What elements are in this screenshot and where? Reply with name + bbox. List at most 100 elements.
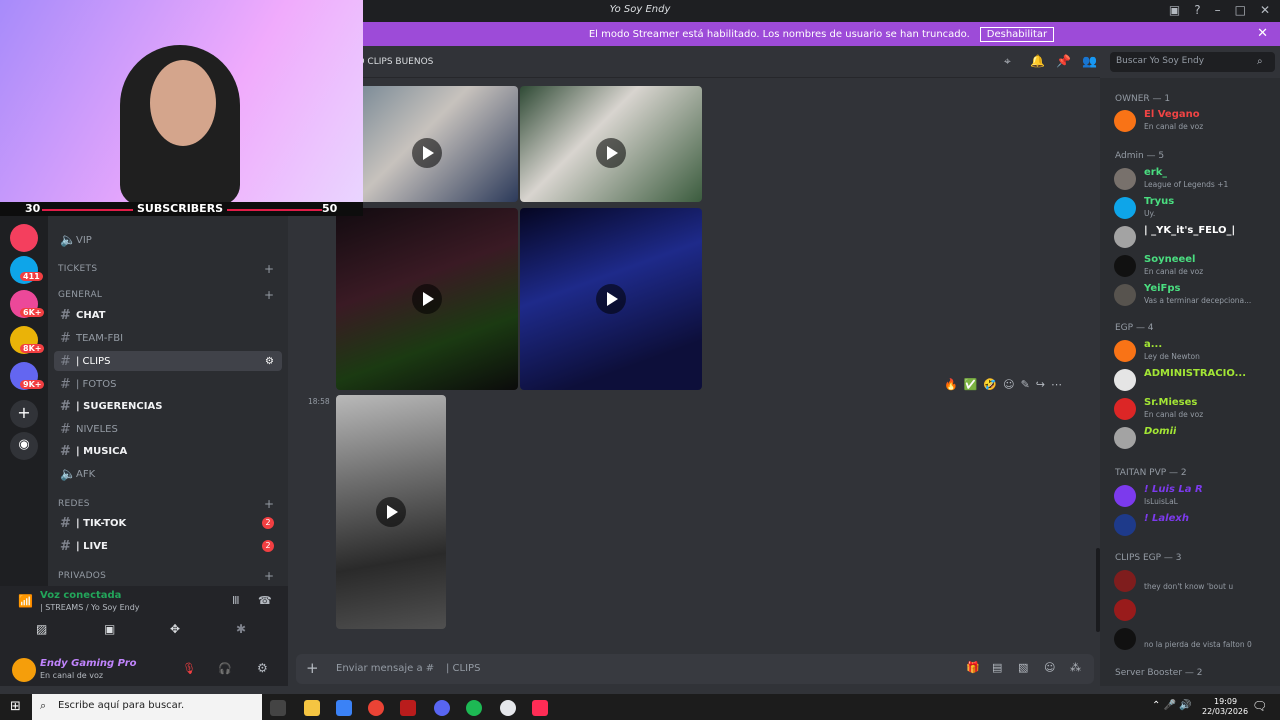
members-icon[interactable]: 👥 [1082, 54, 1097, 68]
category-redes[interactable]: REDES [58, 499, 90, 509]
channel-niveles[interactable]: # NIVELES [54, 419, 282, 439]
check-reaction-icon[interactable]: ✅ [964, 378, 978, 391]
category-general[interactable]: GENERAL [58, 290, 102, 300]
laugh-reaction-icon[interactable]: 🤣 [983, 378, 997, 391]
disconnect-icon[interactable]: ☎ [258, 594, 272, 607]
noise-suppression-icon[interactable]: Ⅲ [232, 594, 240, 607]
search-input[interactable]: Buscar Yo Soy Endy [1110, 52, 1275, 72]
server-icon[interactable] [10, 224, 38, 252]
forward-icon[interactable]: ↪ [1036, 378, 1045, 391]
spotify-icon[interactable] [466, 700, 482, 716]
play-icon[interactable] [412, 138, 442, 168]
discover-icon[interactable]: ◉ [10, 432, 38, 460]
play-icon[interactable] [412, 284, 442, 314]
add-channel-icon[interactable]: + [264, 569, 274, 583]
tiktok-icon[interactable] [532, 700, 548, 716]
channel-fotos[interactable]: # | FOTOS [54, 374, 282, 394]
member-item[interactable]: Tryus Uy. [1112, 195, 1274, 221]
help-icon[interactable]: ? [1194, 3, 1200, 17]
voice-channel[interactable]: | STREAMS / Yo Soy Endy [40, 603, 140, 612]
channel-tiktok[interactable]: # | TIK-TOK [54, 513, 282, 533]
member-item[interactable]: Sr.Mieses En canal de voz [1112, 396, 1274, 422]
activities-icon[interactable]: ✥ [170, 622, 180, 636]
channel-sugerencias[interactable]: # | SUGERENCIAS [54, 396, 282, 416]
camera-off-icon[interactable]: ▨ [36, 622, 47, 636]
play-icon[interactable] [376, 497, 406, 527]
minimize-button[interactable]: – [1215, 3, 1221, 17]
member-item[interactable]: ADMINISTRACIÓ... [1112, 367, 1274, 393]
close-window-button[interactable]: ✕ [1260, 3, 1270, 17]
edit-icon[interactable]: ✎ [1021, 378, 1030, 391]
bell-icon[interactable]: 🔔 [1030, 54, 1045, 68]
play-icon[interactable] [596, 138, 626, 168]
more-icon[interactable]: ⋯ [1051, 378, 1062, 391]
windows-start-icon[interactable]: ⊞ [10, 699, 21, 714]
channel-clips[interactable]: # | CLIPS ⚙ [54, 351, 282, 371]
file-explorer-icon[interactable] [304, 700, 320, 716]
channel-chat[interactable]: # CHAT [54, 305, 282, 325]
category-tickets[interactable]: TICKETS [58, 264, 97, 274]
message-area[interactable]: 18:58 🔥 ✅ 🤣 ☺ ✎ ↪ ⋯ [288, 78, 1100, 634]
add-server-icon[interactable]: + [10, 400, 38, 428]
member-item[interactable]: ! Luis La R IsLuisLaL [1112, 483, 1274, 509]
task-view-icon[interactable] [270, 700, 286, 716]
member-item[interactable]: YeiFps Vas a terminar decepciona... [1112, 282, 1274, 308]
member-item[interactable]: Soyneeel En canal de voz [1112, 253, 1274, 279]
tray-icons[interactable]: ⌃ 🎤 🔊 [1152, 700, 1192, 711]
add-channel-icon[interactable]: + [264, 497, 274, 511]
add-channel-icon[interactable]: + [264, 288, 274, 302]
notifications-icon[interactable]: 🗨 [1252, 699, 1267, 713]
video-clip-1[interactable] [336, 86, 518, 202]
member-item[interactable] [1112, 597, 1274, 623]
member-item[interactable]: a... Ley de Newton [1112, 338, 1274, 364]
video-clip-5[interactable] [336, 395, 446, 629]
member-item[interactable]: ! Lalexh [1112, 512, 1274, 538]
chrome-icon[interactable] [368, 700, 384, 716]
category-privados[interactable]: PRIVADOS [58, 571, 106, 581]
user-settings-icon[interactable]: ⚙ [257, 661, 268, 675]
avatar[interactable] [12, 658, 36, 682]
member-item[interactable]: Domii [1112, 425, 1274, 451]
video-clip-4[interactable] [520, 208, 702, 390]
gif-icon[interactable]: ▤ [992, 661, 1002, 674]
emoji-icon[interactable]: ☺ [1044, 661, 1055, 674]
channel-live[interactable]: # | LIVE [54, 536, 282, 556]
member-item[interactable]: erk_ League of Legends +1 [1112, 166, 1274, 192]
soundboard-icon[interactable]: ✱ [236, 622, 246, 636]
channel-musica[interactable]: # | MUSICA [54, 441, 282, 461]
pin-icon[interactable]: 📌 [1056, 54, 1071, 68]
member-item[interactable]: | _YK_it's_FELO_| [1112, 224, 1274, 250]
user-name[interactable]: Endy Gaming Pro [40, 658, 137, 669]
threads-icon[interactable]: ⌖ [1004, 54, 1011, 69]
settings-icon[interactable]: ⚙ [265, 356, 274, 367]
maximize-button[interactable]: □ [1235, 3, 1246, 17]
sticker-icon[interactable]: ▧ [1018, 661, 1028, 674]
inbox-icon[interactable]: ▣ [1169, 3, 1180, 17]
fire-reaction-icon[interactable]: 🔥 [944, 378, 958, 391]
disable-button[interactable]: Deshabilitar [979, 26, 1055, 42]
gift-icon[interactable]: 🎁 [966, 661, 980, 674]
close-banner-icon[interactable]: ✕ [1257, 26, 1268, 41]
pdf-reader-icon[interactable] [400, 700, 416, 716]
member-item[interactable]: they don't know 'bout u [1112, 568, 1274, 594]
video-clip-2[interactable] [520, 86, 702, 202]
member-item[interactable]: El Vegano En canal de voz [1112, 108, 1274, 134]
deafen-icon[interactable]: 🎧 [218, 662, 232, 675]
video-clip-3[interactable] [336, 208, 518, 390]
taskbar-search[interactable]: Escribe aquí para buscar. [32, 694, 262, 720]
mic-muted-icon[interactable]: 🎙 [182, 662, 196, 675]
obs-icon[interactable] [500, 700, 516, 716]
apps-icon[interactable]: ⁂ [1070, 661, 1081, 674]
add-channel-icon[interactable]: + [264, 262, 274, 276]
store-icon[interactable] [336, 700, 352, 716]
discord-icon[interactable] [434, 700, 450, 716]
add-reaction-icon[interactable]: ☺ [1003, 378, 1014, 391]
add-attachment-icon[interactable]: + [306, 659, 319, 677]
message-composer[interactable]: + Enviar mensaje a # | CLIPS 🎁 ▤ ▧ ☺ ⁂ [296, 654, 1094, 684]
member-item[interactable]: no la pierda de vista falton 0 [1112, 626, 1274, 652]
screen-share-icon[interactable]: ▣ [104, 622, 115, 636]
channel-afk[interactable]: 🔈 AFK [54, 464, 282, 484]
channel-team-fbi[interactable]: # TEAM-FBI [54, 328, 282, 348]
play-icon[interactable] [596, 284, 626, 314]
channel-vip[interactable]: 🔈 VIP [54, 230, 282, 250]
